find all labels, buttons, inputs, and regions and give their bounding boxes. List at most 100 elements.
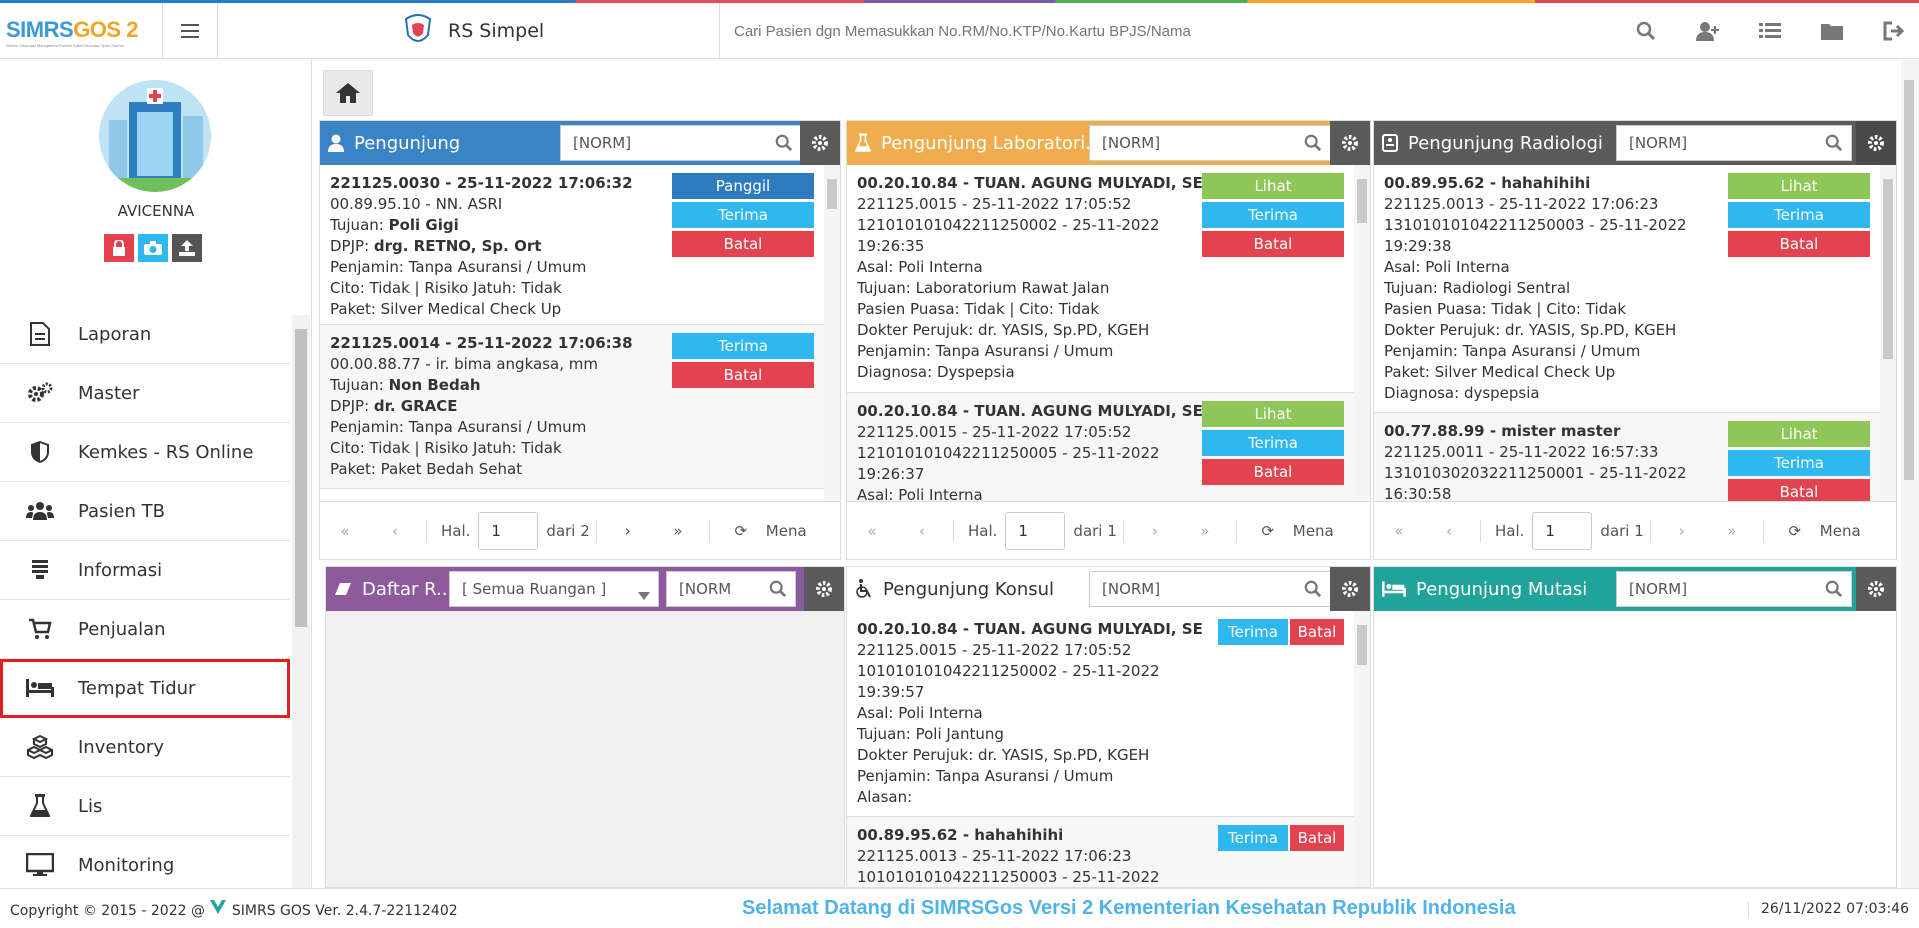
- search-icon[interactable]: [775, 134, 793, 156]
- page-input[interactable]: 1: [478, 511, 539, 550]
- terima-button[interactable]: Terima: [1728, 450, 1870, 476]
- menu-toggle-button[interactable]: [162, 3, 218, 59]
- terima-button[interactable]: Terima: [1218, 619, 1288, 645]
- batal-button[interactable]: Batal: [1728, 479, 1870, 501]
- panggil-button[interactable]: Panggil: [672, 173, 814, 199]
- search-icon[interactable]: [1304, 580, 1322, 602]
- list-item[interactable]: 221125.0014 - 25-11-2022 17:06:38 00.00.…: [320, 325, 840, 489]
- page-scrollbar[interactable]: [1901, 60, 1919, 888]
- batal-button[interactable]: Batal: [1290, 619, 1344, 645]
- first-page-button[interactable]: «: [1374, 522, 1424, 540]
- sidebar-item-pasien-tb[interactable]: Pasien TB: [0, 482, 290, 541]
- list-icon[interactable]: [1753, 14, 1787, 48]
- scrollbar-thumb[interactable]: [1357, 179, 1367, 223]
- scrollbar-thumb[interactable]: [295, 329, 307, 627]
- list-item[interactable]: 00.20.10.84 - TUAN. AGUNG MULYADI, SE 22…: [847, 393, 1370, 501]
- prev-page-button[interactable]: ‹: [897, 522, 947, 540]
- list-item[interactable]: 00.77.88.99 - mister master 221125.0011 …: [1374, 413, 1896, 501]
- lihat-button[interactable]: Lihat: [1728, 421, 1870, 447]
- last-page-button[interactable]: »: [1180, 522, 1230, 540]
- terima-button[interactable]: Terima: [672, 333, 814, 359]
- sidebar-item-lis[interactable]: Lis: [0, 777, 290, 836]
- search-icon[interactable]: [1629, 14, 1663, 48]
- gear-button[interactable]: [1856, 567, 1896, 611]
- first-page-button[interactable]: «: [320, 522, 370, 540]
- prev-page-button[interactable]: ‹: [370, 522, 420, 540]
- pengunjung-search-input[interactable]: [NORM]: [560, 125, 802, 161]
- sidebar-item-monitoring[interactable]: Monitoring: [0, 836, 290, 895]
- ruangan-select[interactable]: [ Semua Ruangan ]: [449, 571, 659, 607]
- last-page-button[interactable]: »: [653, 522, 703, 540]
- search-icon[interactable]: [1825, 134, 1843, 156]
- last-page-button[interactable]: »: [1707, 522, 1757, 540]
- gear-button[interactable]: [1330, 567, 1370, 611]
- patient-search-input[interactable]: [719, 3, 1619, 59]
- list-item[interactable]: 00.89.95.62 - hahahihihi 221125.0013 - 2…: [1374, 165, 1896, 413]
- lihat-button[interactable]: Lihat: [1202, 173, 1344, 199]
- folder-icon[interactable]: [1815, 14, 1849, 48]
- add-user-icon[interactable]: [1691, 14, 1725, 48]
- sidebar-item-laporan[interactable]: Laporan: [0, 305, 290, 364]
- list-item[interactable]: 221125.0030 - 25-11-2022 17:06:32 00.89.…: [320, 165, 840, 325]
- app-logo[interactable]: SIMRSGOS 2 Sistem Informasi Manajemen Ru…: [6, 17, 138, 48]
- next-page-button[interactable]: ›: [1130, 522, 1180, 540]
- batal-button[interactable]: Batal: [1202, 231, 1344, 257]
- lihat-button[interactable]: Lihat: [1202, 401, 1344, 427]
- panel-scrollbar[interactable]: [1354, 611, 1370, 887]
- scrollbar-thumb[interactable]: [827, 179, 837, 209]
- page-input[interactable]: 1: [1005, 511, 1066, 550]
- home-button[interactable]: [323, 70, 373, 116]
- refresh-icon[interactable]: ⟳: [1243, 522, 1293, 540]
- sidebar-item-informasi[interactable]: Informasi: [0, 541, 290, 600]
- terima-button[interactable]: Terima: [1202, 430, 1344, 456]
- sidebar-item-penjualan[interactable]: Penjualan: [0, 600, 290, 659]
- batal-button[interactable]: Batal: [672, 231, 814, 257]
- list-item[interactable]: 00.20.10.84 - TUAN. AGUNG MULYADI, SE 22…: [847, 611, 1370, 817]
- terima-button[interactable]: Terima: [1202, 202, 1344, 228]
- upload-button[interactable]: [172, 234, 202, 262]
- sidebar-item-inventory[interactable]: Inventory: [0, 718, 290, 777]
- prev-page-button[interactable]: ‹: [1424, 522, 1474, 540]
- batal-button[interactable]: Batal: [672, 362, 814, 388]
- search-icon[interactable]: [1825, 580, 1843, 602]
- ruangan-search-input[interactable]: [NORM: [666, 571, 796, 607]
- terima-button[interactable]: Terima: [672, 202, 814, 228]
- panel-scrollbar[interactable]: [824, 165, 840, 501]
- search-icon[interactable]: [1304, 134, 1322, 156]
- scrollbar-thumb[interactable]: [1904, 80, 1914, 480]
- mutasi-search-input[interactable]: [NORM]: [1616, 571, 1852, 607]
- first-page-button[interactable]: «: [847, 522, 897, 540]
- sidebar-item-master[interactable]: Master: [0, 364, 290, 423]
- scrollbar-thumb[interactable]: [1357, 625, 1367, 665]
- laboratorium-search-input[interactable]: [NORM]: [1089, 125, 1331, 161]
- gear-button[interactable]: [804, 567, 844, 611]
- radiologi-search-input[interactable]: [NORM]: [1616, 125, 1852, 161]
- gear-button[interactable]: [1330, 121, 1370, 165]
- terima-button[interactable]: Terima: [1728, 202, 1870, 228]
- refresh-icon[interactable]: ⟳: [716, 522, 766, 540]
- batal-button[interactable]: Batal: [1728, 231, 1870, 257]
- scrollbar-thumb[interactable]: [1883, 179, 1893, 359]
- refresh-icon[interactable]: ⟳: [1770, 522, 1820, 540]
- batal-button[interactable]: Batal: [1202, 459, 1344, 485]
- gear-button[interactable]: [800, 121, 840, 165]
- next-page-button[interactable]: ›: [1657, 522, 1707, 540]
- sidebar-scrollbar[interactable]: [292, 315, 310, 888]
- logout-icon[interactable]: [1877, 14, 1911, 48]
- list-item[interactable]: 00.20.10.84 - TUAN. AGUNG MULYADI, SE 22…: [847, 165, 1370, 393]
- search-icon[interactable]: [769, 580, 787, 602]
- terima-button[interactable]: Terima: [1218, 825, 1288, 851]
- panel-scrollbar[interactable]: [1880, 165, 1896, 501]
- batal-button[interactable]: Batal: [1290, 825, 1344, 851]
- lihat-button[interactable]: Lihat: [1728, 173, 1870, 199]
- list-item[interactable]: 00.89.95.62 - hahahihihi 221125.0013 - 2…: [847, 817, 1370, 887]
- page-input[interactable]: 1: [1532, 511, 1593, 550]
- panel-scrollbar[interactable]: [1354, 165, 1370, 501]
- lock-button[interactable]: [104, 234, 134, 262]
- gear-button[interactable]: [1856, 121, 1896, 165]
- konsul-search-input[interactable]: [NORM]: [1089, 571, 1331, 607]
- camera-button[interactable]: [138, 234, 168, 262]
- next-page-button[interactable]: ›: [603, 522, 653, 540]
- sidebar-item-kemkes[interactable]: Kemkes - RS Online: [0, 423, 290, 482]
- sidebar-item-tempat-tidur[interactable]: Tempat Tidur: [0, 659, 290, 718]
